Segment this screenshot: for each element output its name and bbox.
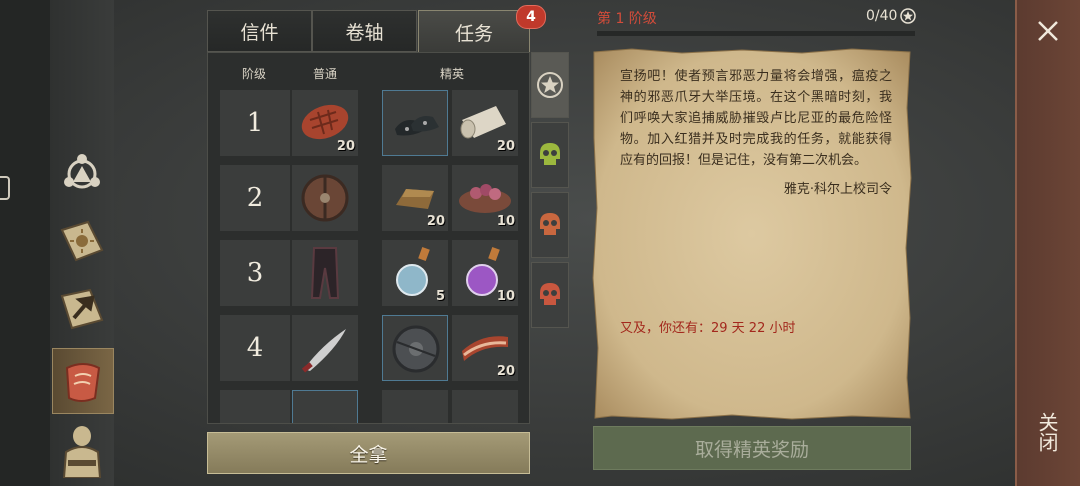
hammer-book-icon — [60, 288, 104, 330]
reward-slot-normal[interactable] — [292, 315, 358, 381]
tier-number: 2 — [220, 165, 290, 231]
leather-pants-icon — [310, 247, 340, 299]
sidebar-item-quests[interactable] — [52, 348, 114, 414]
red-skull-icon — [540, 283, 560, 305]
item-quantity: 5 — [435, 289, 445, 304]
star-badge-icon — [900, 8, 916, 24]
stage-progress-bar — [597, 31, 915, 36]
iron-shield-icon — [392, 325, 440, 373]
star-badge-icon — [537, 72, 563, 98]
sidebar-item-clan[interactable] — [52, 140, 112, 204]
letter-body: 宣扬吧！使者预言邪恶力量将会增强，瘟疫之神的邪恶爪牙大举压境。在这个黑暗时刻，我… — [620, 69, 892, 168]
stage-count: 0/40 — [866, 8, 898, 24]
sidebar-item-journal[interactable] — [52, 210, 112, 274]
item-quantity: 20 — [496, 364, 515, 379]
character-icon — [62, 426, 102, 478]
tab-letters[interactable]: 信件 — [207, 10, 312, 52]
reward-slot-elite[interactable]: 20 — [382, 165, 448, 231]
take-all-button[interactable]: 全拿 — [207, 432, 530, 474]
item-quantity: 20 — [336, 139, 355, 154]
green-skull-icon — [540, 143, 560, 165]
reward-slot-elite[interactable]: 5 — [382, 240, 448, 306]
orange-skull-icon — [540, 213, 560, 235]
tier-number: 4 — [220, 315, 290, 381]
item-quantity: 20 — [426, 214, 445, 229]
tab-scrolls[interactable]: 卷轴 — [312, 10, 417, 52]
close-icon[interactable] — [1033, 16, 1063, 46]
tier-number: 1 — [220, 90, 290, 156]
item-quantity: 20 — [496, 139, 515, 154]
reward-slot-normal[interactable]: 20 — [292, 90, 358, 156]
column-header-elite: 精英 — [440, 67, 465, 81]
reward-slot-elite[interactable] — [382, 90, 448, 156]
reward-slot-elite[interactable]: 10 — [452, 240, 518, 306]
tab-red-skull[interactable] — [531, 262, 569, 328]
reward-slot-normal[interactable] — [292, 240, 358, 306]
reward-slot-elite[interactable]: 10 — [452, 165, 518, 231]
difficulty-tabs — [531, 52, 571, 332]
reward-slot-elite[interactable]: 20 — [452, 315, 518, 381]
tab-green-skull[interactable] — [531, 122, 569, 188]
scimitar-icon — [301, 329, 346, 373]
item-quantity: 10 — [496, 214, 515, 229]
reward-slot-elite[interactable] — [382, 315, 448, 381]
claim-elite-reward-button[interactable]: 取得精英奖励 — [593, 426, 911, 470]
reward-slot-elite[interactable] — [382, 390, 448, 423]
notification-badge: 4 — [516, 5, 546, 29]
scroll-quest-icon — [65, 363, 101, 402]
sidebar-item-character[interactable] — [52, 418, 112, 482]
column-header-normal: 普通 — [313, 67, 338, 81]
reward-slot-elite[interactable]: 20 — [452, 90, 518, 156]
screen-edge — [0, 0, 50, 486]
round-shield-icon — [301, 174, 349, 222]
reward-slot-elite[interactable] — [452, 390, 518, 423]
tier-number — [220, 390, 290, 423]
task-panel: 阶级 普通 精英 1 20 20 2 20 10 3 5 10 4 20 — [207, 52, 530, 424]
sun-book-icon — [60, 220, 104, 262]
item-quantity: 10 — [496, 289, 515, 304]
tab-star[interactable] — [531, 52, 569, 118]
boots-icon — [395, 116, 439, 136]
tier-number: 3 — [220, 240, 290, 306]
reward-slot-normal[interactable] — [292, 390, 358, 423]
reward-slot-normal[interactable] — [292, 165, 358, 231]
column-header-tier: 阶级 — [242, 67, 267, 81]
countdown-text: 又及，你还有：29 天 22 小时 — [620, 321, 796, 336]
tab-orange-skull[interactable] — [531, 192, 569, 258]
clan-icon — [64, 154, 100, 189]
camera-notch — [0, 176, 10, 200]
close-button-label[interactable]: 关闭 — [1034, 412, 1062, 452]
letter-signature: 雅克·科尔上校司令 — [783, 182, 892, 197]
tab-tasks[interactable]: 任务 — [418, 10, 530, 54]
sidebar-item-crafting[interactable] — [52, 278, 112, 342]
stage-label: 第 1 阶级 — [597, 11, 657, 27]
